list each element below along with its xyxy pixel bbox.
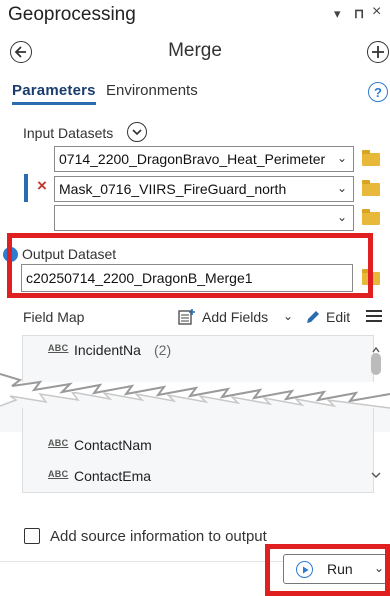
close-icon[interactable]: ×: [372, 3, 381, 21]
pane-title: Geoprocessing: [8, 4, 136, 25]
input-dataset-field[interactable]: Mask_0716_VIIRS_FireGuard_north: [54, 176, 354, 202]
tab-environments[interactable]: Environments: [106, 82, 198, 99]
folder-icon[interactable]: [362, 180, 380, 196]
collapse-button[interactable]: [127, 122, 147, 142]
help-icon[interactable]: ?: [368, 82, 388, 102]
scroll-up-icon[interactable]: [372, 340, 380, 353]
field-name[interactable]: ContactEma: [74, 468, 151, 484]
field-name[interactable]: ContactNam: [74, 437, 152, 453]
folder-icon[interactable]: [362, 150, 380, 166]
input-datasets-label: Input Datasets: [23, 125, 114, 141]
dropdown-chevron-icon[interactable]: ⌄: [337, 151, 347, 165]
text-field-type-icon: ABC: [48, 343, 69, 353]
input-dataset-field[interactable]: 0714_2200_DragonBravo_Heat_Perimeter: [54, 146, 354, 172]
pin-icon[interactable]: ⊓: [354, 6, 364, 22]
edit-button[interactable]: Edit: [326, 309, 350, 325]
row-selection-indicator: [24, 174, 28, 202]
text-field-type-icon: ABC: [48, 438, 69, 448]
chevron-down-icon: [132, 129, 142, 136]
add-fields-dropdown-icon[interactable]: ⌄: [283, 309, 293, 323]
pane-menu-icon[interactable]: ▾: [334, 6, 341, 22]
field-name[interactable]: IncidentNa: [74, 342, 141, 358]
menu-icon[interactable]: [366, 309, 382, 323]
add-source-checkbox[interactable]: [24, 528, 40, 544]
folder-icon[interactable]: [362, 209, 380, 225]
text-field-type-icon: ABC: [48, 469, 69, 479]
tab-parameters[interactable]: Parameters: [12, 82, 96, 105]
scroll-down-icon[interactable]: [371, 466, 381, 478]
input-dataset-value: 0714_2200_DragonBravo_Heat_Perimeter: [59, 151, 326, 167]
dropdown-chevron-icon[interactable]: ⌄: [337, 181, 347, 195]
dropdown-chevron-icon[interactable]: ⌄: [337, 210, 347, 224]
field-map-label: Field Map: [23, 309, 85, 325]
input-dataset-field[interactable]: [54, 205, 354, 231]
add-tool-button[interactable]: [367, 41, 389, 63]
edit-pencil-icon[interactable]: [305, 309, 321, 325]
plus-icon: [372, 46, 384, 58]
highlight-box: [265, 544, 390, 596]
tool-title: Merge: [168, 40, 222, 61]
add-source-label: Add source information to output: [50, 528, 267, 545]
field-source-count: (2): [154, 342, 172, 358]
add-fields-icon[interactable]: [178, 308, 196, 326]
input-dataset-value: Mask_0716_VIIRS_FireGuard_north: [59, 181, 287, 197]
add-fields-button[interactable]: Add Fields: [202, 309, 268, 325]
remove-row-icon[interactable]: ×: [37, 176, 47, 196]
highlight-box: [7, 233, 373, 298]
